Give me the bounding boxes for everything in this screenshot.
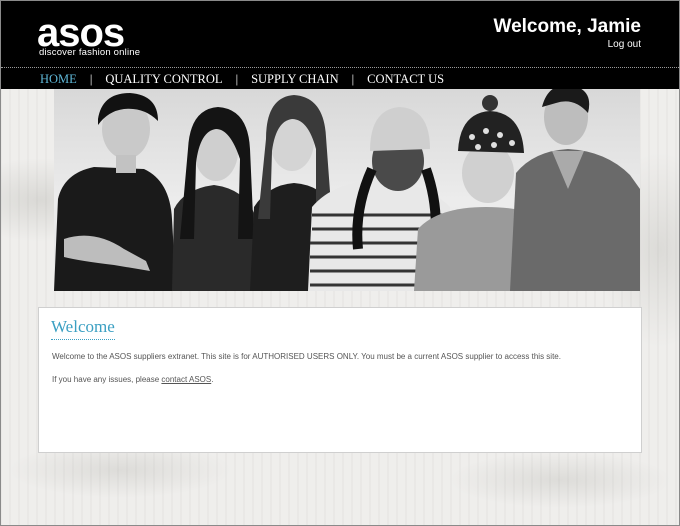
page-frame (0, 0, 680, 526)
